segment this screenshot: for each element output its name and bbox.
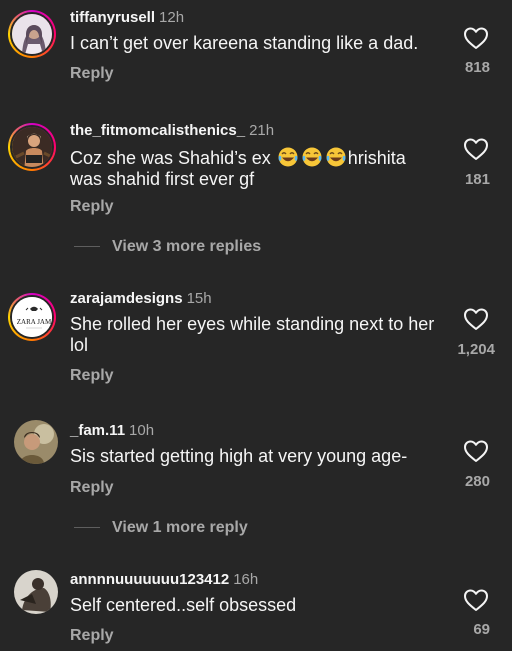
comment-meta: tiffanyrusell 12h <box>70 9 184 27</box>
avatar[interactable] <box>14 420 58 464</box>
face-with-tears-of-joy-icon <box>326 147 346 167</box>
heart-outline-icon[interactable] <box>463 26 489 50</box>
reply-button[interactable]: Reply <box>70 367 114 385</box>
divider-line <box>74 246 100 248</box>
username[interactable]: the_fitmomcalisthenics_ <box>70 122 245 139</box>
like-count: 69 <box>473 621 490 638</box>
view-more-replies-button[interactable]: View 3 more replies <box>74 238 261 256</box>
view-replies-label: View 1 more reply <box>112 519 248 536</box>
heart-outline-icon[interactable] <box>463 137 489 161</box>
heart-outline-icon[interactable] <box>463 588 489 612</box>
comment-text: I can’t get over kareena standing like a… <box>70 33 419 53</box>
username[interactable]: tiffanyrusell <box>70 9 155 26</box>
reply-button[interactable]: Reply <box>70 198 114 216</box>
comment-text: Sis started getting high at very young a… <box>70 446 408 466</box>
username[interactable]: annnnuuuuuuu123412 <box>70 571 229 588</box>
avatar-image <box>14 570 58 614</box>
avatar[interactable] <box>14 570 58 614</box>
timestamp: 10h <box>129 422 155 439</box>
heart-outline-icon[interactable] <box>463 307 489 331</box>
timestamp: 12h <box>159 9 185 26</box>
timestamp: 16h <box>233 571 259 588</box>
like-count: 280 <box>464 473 490 490</box>
username[interactable]: _fam.11 <box>70 422 125 439</box>
comment-text: Self centered..self obsessed <box>70 595 297 615</box>
avatar-logo-text: ZARA JAM <box>17 318 52 326</box>
avatar-image: ZARA JAM <box>12 297 52 337</box>
reply-button[interactable]: Reply <box>70 65 114 83</box>
reply-button[interactable]: Reply <box>70 627 114 645</box>
avatar-image <box>12 127 52 167</box>
comment-meta: the_fitmomcalisthenics_ 21h <box>70 122 274 140</box>
timestamp: 15h <box>186 290 212 307</box>
reply-button[interactable]: Reply <box>70 479 114 497</box>
like-count: 818 <box>464 59 490 76</box>
comment-text-part: Coz she was Shahid’s ex <box>70 148 276 168</box>
like-count: 181 <box>464 171 490 188</box>
username[interactable]: zarajamdesigns <box>70 290 183 307</box>
face-with-tears-of-joy-icon <box>302 147 322 167</box>
avatar-image <box>12 14 52 54</box>
timestamp: 21h <box>249 122 275 139</box>
comment-meta: zarajamdesigns 15h <box>70 290 212 308</box>
heart-outline-icon[interactable] <box>463 439 489 463</box>
avatar[interactable] <box>8 10 56 58</box>
view-more-replies-button[interactable]: View 1 more reply <box>74 519 248 537</box>
comment-text: She rolled her eyes while standing next … <box>70 314 435 355</box>
like-count: 1,204 <box>457 341 495 358</box>
avatar[interactable]: ZARA JAM <box>8 293 56 341</box>
face-with-tears-of-joy-icon <box>278 147 298 167</box>
view-replies-label: View 3 more replies <box>112 238 262 255</box>
comment-text: Coz she was Shahid’s ex hrishita was sha… <box>70 146 440 190</box>
comment-meta: annnnuuuuuuu123412 16h <box>70 571 258 589</box>
divider-line <box>74 527 100 529</box>
avatar-image <box>14 420 58 464</box>
comment-meta: _fam.11 10h <box>70 422 154 440</box>
avatar[interactable] <box>8 123 56 171</box>
